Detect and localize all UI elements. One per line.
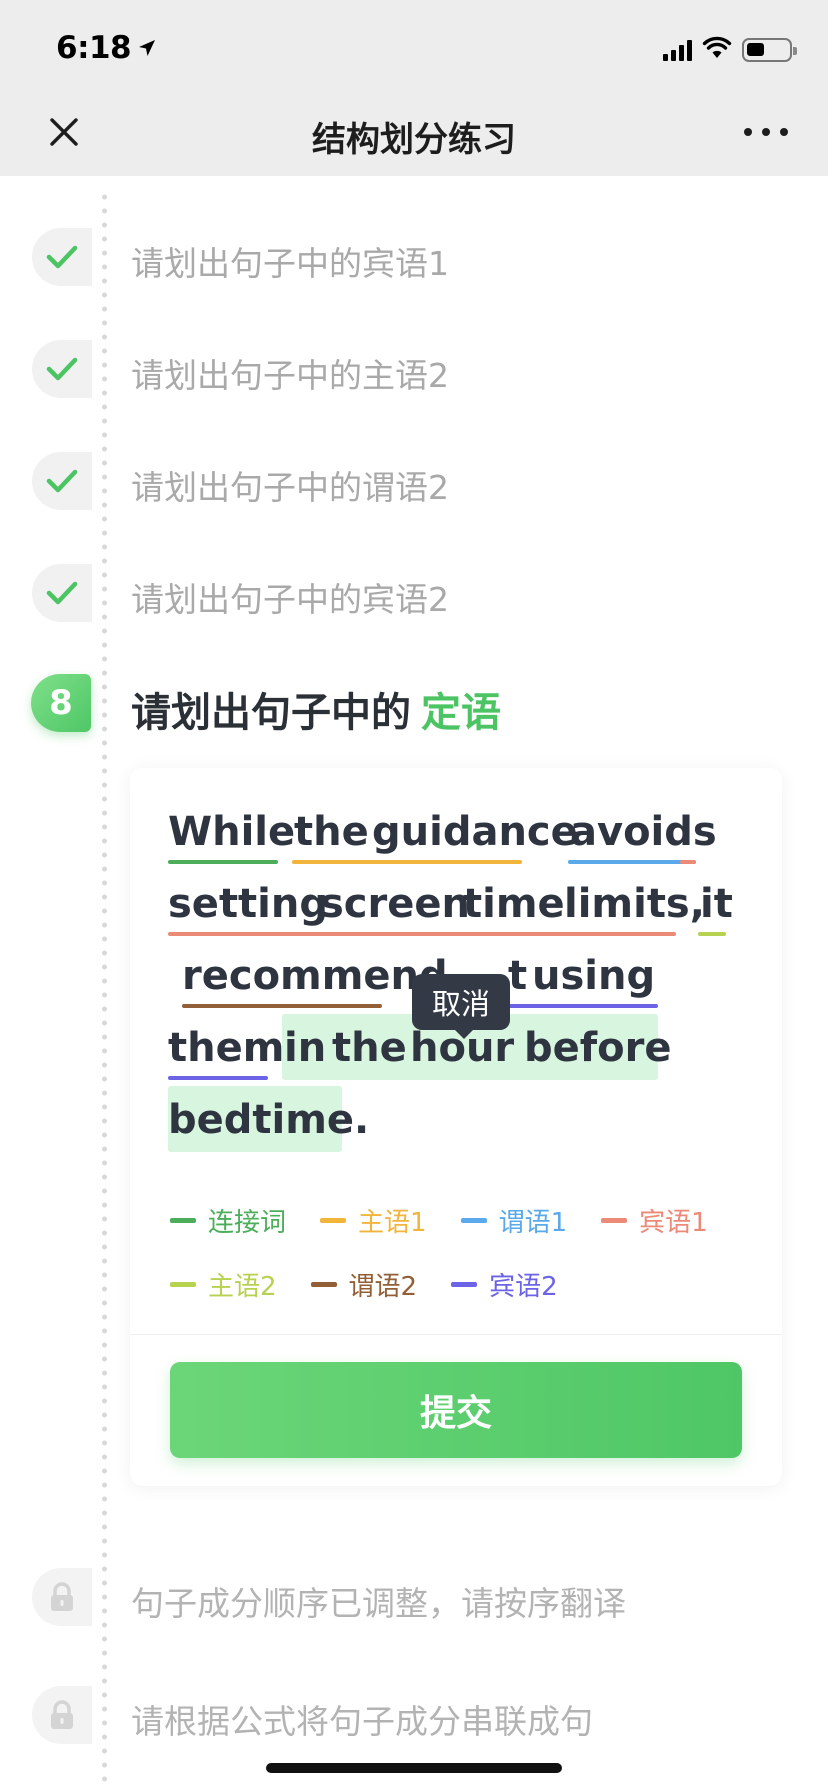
- word[interactable]: in: [284, 1024, 326, 1072]
- word[interactable]: t: [508, 952, 527, 1000]
- check-icon: [32, 564, 92, 622]
- underline-object2-end: [168, 1076, 268, 1080]
- wifi-icon: [702, 36, 732, 64]
- step-done-2[interactable]: 请划出句子中的主语2: [0, 340, 828, 400]
- word[interactable]: before: [524, 1024, 672, 1072]
- exercise-card: While the guidance avoids setting screen…: [130, 768, 782, 1486]
- check-icon: [32, 228, 92, 286]
- active-step-title: 请划出句子中的 定语: [131, 680, 501, 738]
- underline-predicate2: [182, 1004, 382, 1008]
- word[interactable]: guidance: [372, 808, 578, 856]
- word[interactable]: the: [294, 808, 369, 856]
- legend-label: 谓语2: [348, 1271, 418, 1302]
- legend-item: 连接词: [170, 1202, 286, 1239]
- lock-icon: [32, 1686, 92, 1744]
- location-arrow-icon: [137, 30, 157, 66]
- step-number-badge: 8: [31, 674, 91, 732]
- word[interactable]: the: [332, 1024, 407, 1072]
- word[interactable]: using: [532, 952, 655, 1000]
- status-time: 6:18: [56, 30, 157, 66]
- legend-row-1: 连接词 主语1 谓语1 宾语1: [170, 1200, 742, 1240]
- card-divider: [130, 1334, 782, 1335]
- legend-label: 谓语1: [498, 1207, 568, 1238]
- cancel-tooltip[interactable]: 取消: [412, 974, 510, 1039]
- word[interactable]: recommend: [182, 952, 448, 1000]
- status-time-text: 6:18: [56, 30, 132, 66]
- legend-item: 谓语1: [460, 1202, 568, 1239]
- check-icon: [32, 452, 92, 510]
- word[interactable]: limits,: [564, 880, 705, 928]
- more-icon[interactable]: [744, 125, 788, 139]
- sentence-line-2: setting screen time limits, it: [168, 868, 758, 940]
- legend-row-2: 主语2 谓语2 宾语2: [170, 1264, 592, 1304]
- legend-label: 主语2: [208, 1271, 277, 1302]
- battery-icon: [742, 38, 797, 62]
- step-done-1[interactable]: 请划出句子中的宾语1: [0, 228, 828, 288]
- step-label: 请划出句子中的宾语2: [131, 580, 449, 619]
- legend-item: 谓语2: [310, 1266, 418, 1303]
- home-indicator[interactable]: [266, 1763, 562, 1773]
- step-label: 句子成分顺序已调整，请按序翻译: [131, 1584, 626, 1623]
- word[interactable]: avoids: [570, 808, 717, 856]
- sentence-line-5: bedtime.: [168, 1084, 758, 1156]
- legend-label: 主语1: [358, 1207, 427, 1238]
- underline-predicate1: [568, 860, 696, 864]
- legend-label: 连接词: [208, 1207, 287, 1238]
- underline-object1-start: [680, 860, 696, 864]
- word[interactable]: them: [168, 1024, 284, 1072]
- word[interactable]: setting: [168, 880, 328, 928]
- legend-item: 宾语1: [601, 1202, 708, 1239]
- page-title: 结构划分练习: [312, 120, 516, 160]
- underline-subject2: [698, 932, 726, 936]
- lock-icon: [32, 1568, 92, 1626]
- signal-icon: [663, 39, 692, 61]
- status-indicators: [663, 36, 797, 64]
- step-label: 请根据公式将句子成分串联成句: [131, 1702, 593, 1741]
- active-title-prefix: 请划出句子中的: [131, 690, 411, 736]
- word[interactable]: bedtime.: [168, 1096, 369, 1144]
- word[interactable]: While: [168, 808, 295, 856]
- top-bar: 6:18 结构划分练习: [0, 0, 828, 176]
- word[interactable]: time: [463, 880, 565, 928]
- active-title-highlight: 定语: [421, 690, 501, 736]
- legend-item: 主语2: [170, 1266, 277, 1303]
- step-label: 请划出句子中的主语2: [131, 356, 449, 395]
- step-locked-2: 请根据公式将句子成分串联成句: [0, 1686, 828, 1746]
- underline-object1: [168, 932, 676, 936]
- underline-connector: [168, 860, 278, 864]
- legend-item: 主语1: [320, 1202, 427, 1239]
- underline-subject1: [292, 860, 522, 864]
- word[interactable]: it: [700, 880, 733, 928]
- submit-button[interactable]: 提交: [170, 1362, 742, 1458]
- word[interactable]: screen: [320, 880, 470, 928]
- sentence-line-1: While the guidance avoids: [168, 796, 758, 868]
- timeline-rail: [102, 190, 107, 1790]
- check-icon: [32, 340, 92, 398]
- legend-label: 宾语2: [489, 1271, 558, 1302]
- legend-item: 宾语2: [451, 1266, 558, 1303]
- step-done-3[interactable]: 请划出句子中的谓语2: [0, 452, 828, 512]
- step-locked-1: 句子成分顺序已调整，请按序翻译: [0, 1568, 828, 1628]
- step-label: 请划出句子中的宾语1: [131, 244, 449, 283]
- legend-label: 宾语1: [639, 1207, 708, 1238]
- step-label: 请划出句子中的谓语2: [131, 468, 449, 507]
- step-done-4[interactable]: 请划出句子中的宾语2: [0, 564, 828, 624]
